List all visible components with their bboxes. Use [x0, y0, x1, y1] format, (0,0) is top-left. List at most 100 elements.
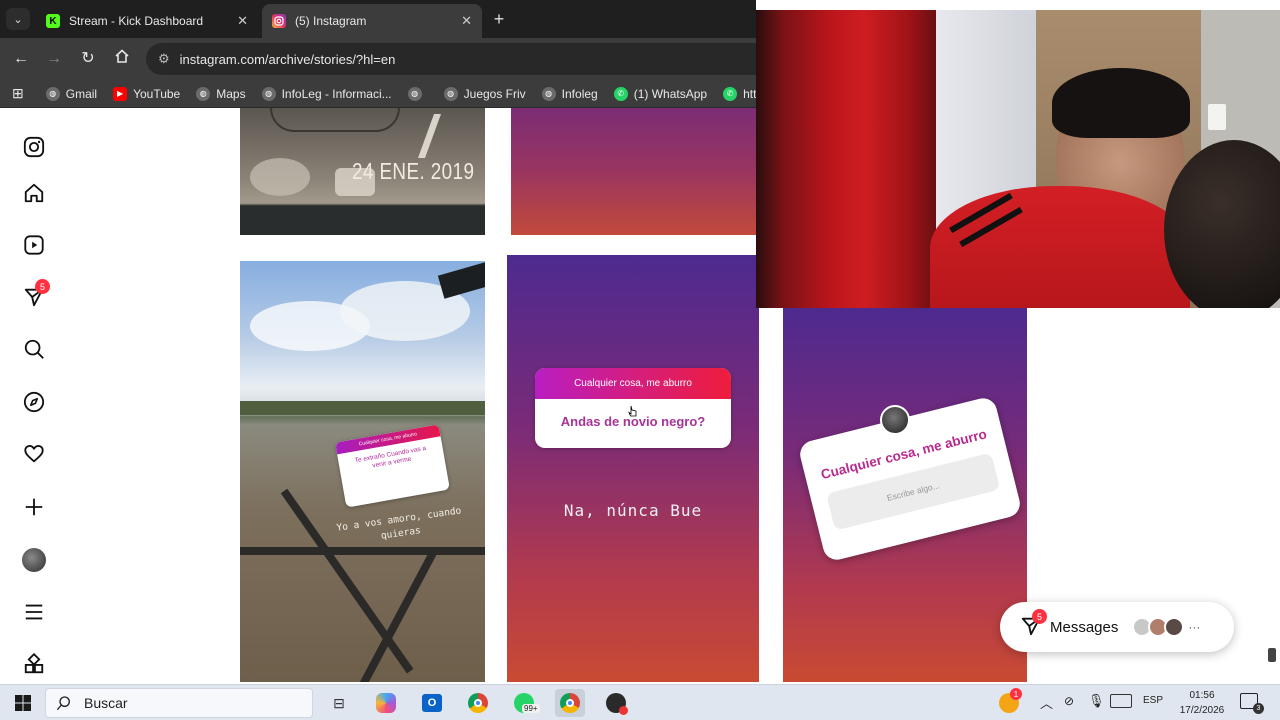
new-tab-button[interactable]: + [488, 8, 510, 30]
bookmark-gmail[interactable]: ◍ Gmail [45, 86, 98, 101]
messages-button[interactable]: 5 Messages ··· [1000, 602, 1234, 652]
story-tile-sticker[interactable]: Cualquier cosa, me aburro Escribe algo..… [783, 308, 1027, 682]
tab-title: Stream - Kick Dashboard [69, 14, 204, 28]
instagram-logo-icon[interactable] [18, 131, 50, 163]
question-box-sticker: Cualquier cosa, me aburro Escribe algo..… [797, 395, 1023, 563]
outlook-icon[interactable]: O [417, 689, 447, 717]
messages-label: Messages [1050, 618, 1119, 636]
reels-icon[interactable] [18, 229, 50, 261]
bookmark-unnamed[interactable]: ◍ [407, 86, 428, 101]
bookmark-youtube[interactable]: ▶ YouTube [113, 86, 181, 101]
bookmark-label: http [743, 86, 756, 101]
threads-apps-icon[interactable] [18, 648, 50, 680]
bookmark-http[interactable]: ✆ http [723, 86, 756, 101]
notification-count: 3 [1253, 703, 1264, 714]
sticker-header: Cualquier cosa, me aburro [535, 368, 731, 399]
network-icon[interactable]: ⊘ [1064, 694, 1074, 708]
bookmark-infoleg-informacion[interactable]: ◍ InfoLeg - Informaci... [261, 86, 392, 101]
messenger-icon[interactable]: 5 [18, 279, 50, 313]
site-settings-icon[interactable]: ⚙ [158, 51, 170, 67]
recent-contacts: ··· [1132, 617, 1200, 637]
bookmark-label: Maps [216, 86, 246, 101]
home-icon[interactable] [18, 177, 50, 209]
tab-kick-dashboard[interactable]: K Stream - Kick Dashboard ✕ [36, 4, 258, 38]
browser-toolbar: ← → ↻ ⚙ instagram.com/archive/stories/?h… [0, 38, 758, 80]
recording-app-icon[interactable] [601, 689, 631, 717]
bookmark-label: InfoLeg - Informaci... [281, 86, 392, 101]
avatar [1164, 617, 1185, 637]
tab-search-button[interactable]: ⌄ [6, 8, 30, 30]
notification-center-icon[interactable]: 3 [1240, 693, 1264, 714]
apps-icon[interactable]: ⊞ [12, 85, 24, 102]
story-tile-photo[interactable]: 24 ENE. 2019 [240, 108, 485, 235]
chrome-icon[interactable] [555, 689, 585, 717]
language-indicator[interactable]: ESP [1143, 695, 1163, 706]
scribble-decoration [417, 114, 475, 158]
sticker-avatar [880, 405, 910, 435]
person-hair [1052, 68, 1190, 138]
red-curtain [756, 10, 936, 308]
reload-icon[interactable]: ↻ [77, 48, 99, 70]
globe-icon: ◍ [45, 86, 60, 101]
copilot-icon[interactable] [371, 689, 401, 717]
back-arrow-icon[interactable]: ← [10, 48, 32, 70]
search-icon [56, 696, 70, 711]
search-placeholder: Buscar [84, 695, 128, 711]
story-date: 24 ENE. 2019 [352, 158, 475, 184]
red-shirt [930, 186, 1190, 308]
bookmark-label: Infoleg [561, 86, 598, 101]
time: 01:56 [1189, 690, 1215, 701]
instagram-sidebar: 5 [0, 108, 68, 684]
railing-bar [240, 547, 485, 555]
treeline [240, 401, 485, 415]
tab-instagram[interactable]: (5) Instagram ✕ [262, 4, 482, 38]
weather-icon[interactable]: 1 [994, 688, 1024, 717]
keyboard-icon[interactable] [1110, 694, 1132, 708]
instagram-favicon-icon [272, 14, 286, 28]
tab-strip: ⌄ K Stream - Kick Dashboard ✕ (5) Instag… [0, 0, 756, 38]
story-tile-question[interactable]: Cualquier cosa, me aburro Andas de novio… [507, 255, 759, 682]
heart-icon[interactable] [18, 438, 50, 470]
profile-avatar[interactable] [18, 544, 50, 576]
whatsapp-icon: ✆ [723, 86, 738, 101]
forward-arrow-icon[interactable]: → [43, 48, 65, 70]
tab-title: (5) Instagram [295, 14, 367, 28]
bookmark-label: YouTube [133, 86, 181, 101]
bookmark-juegos-friv[interactable]: ◍ Juegos Friv [443, 86, 526, 101]
globe-icon: ◍ [443, 86, 458, 101]
youtube-icon: ▶ [113, 86, 128, 101]
taskbar-search[interactable]: Buscar [45, 688, 313, 718]
story-tile-river[interactable]: Cualquier cosa, me aburro Te extraño Cua… [240, 261, 485, 682]
create-plus-icon[interactable] [18, 491, 50, 523]
globe-icon: ◍ [541, 86, 556, 101]
question-sticker: Cualquier cosa, me aburro Te extraño Cua… [335, 424, 450, 508]
whatsapp-icon[interactable]: 99+ [509, 689, 540, 717]
home-icon[interactable] [111, 48, 133, 70]
rail-post [437, 261, 485, 299]
webcam-overlay [756, 10, 1280, 308]
scrollbar-thumb[interactable] [1268, 648, 1276, 662]
messenger-icon: 5 [1020, 609, 1047, 639]
globe-icon: ◍ [196, 86, 211, 101]
photo-detail [270, 108, 400, 132]
story-tile-gradient[interactable] [511, 108, 756, 235]
explore-compass-icon[interactable] [18, 386, 50, 418]
search-icon[interactable] [18, 333, 50, 365]
chevron-up-icon[interactable]: ︿ [1040, 693, 1053, 712]
task-view-icon[interactable]: ⊟ [324, 689, 354, 717]
bookmark-infoleg[interactable]: ◍ Infoleg [541, 86, 598, 101]
windows-start-icon[interactable] [8, 689, 38, 717]
bookmark-maps[interactable]: ◍ Maps [196, 86, 246, 101]
chrome-icon[interactable] [463, 689, 493, 717]
microphone-icon[interactable]: 🎙 [1088, 693, 1105, 709]
reply-text: Na, núnca Bue [563, 501, 703, 520]
address-bar[interactable]: ⚙ instagram.com/archive/stories/?hl=en [146, 43, 758, 75]
close-icon[interactable]: ✕ [461, 13, 472, 29]
bookmark-whatsapp[interactable]: ✆ (1) WhatsApp [613, 86, 708, 101]
mouse-cursor-icon [628, 405, 638, 419]
bookmark-label: Gmail [65, 86, 98, 101]
bookmark-label: (1) WhatsApp [633, 86, 708, 101]
menu-hamburger-icon[interactable] [18, 596, 50, 628]
close-icon[interactable]: ✕ [237, 13, 248, 29]
clock[interactable]: 01:56 17/2/2026 [1176, 688, 1228, 718]
